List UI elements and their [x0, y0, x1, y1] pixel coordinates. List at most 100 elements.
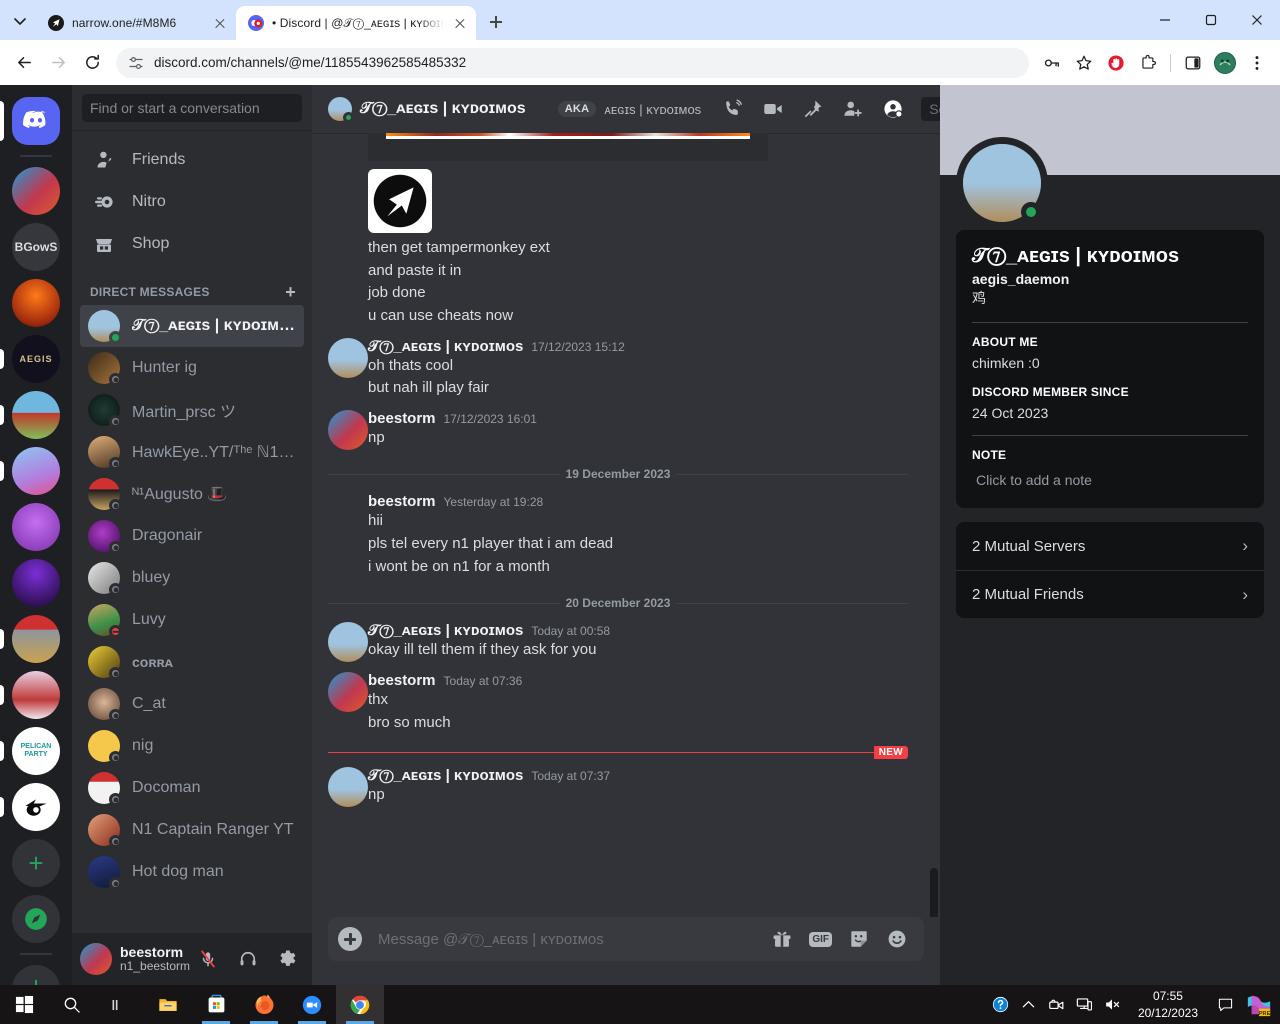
show-hidden-icons-button[interactable]	[1016, 985, 1042, 1024]
dm-list-item-0[interactable]: 𝒯⑦_ᴀᴇɢɪs | ᴋʏᴅᴏɪᴍᴏs	[80, 305, 304, 347]
maximize-button[interactable]	[1188, 0, 1234, 40]
server-rail-item-10[interactable]	[0, 671, 60, 719]
avatar[interactable]	[328, 337, 368, 378]
dm-list-item-8[interactable]: ᴄᴏʀʀᴀ	[80, 641, 304, 683]
video-call-button[interactable]	[757, 93, 789, 125]
message-author[interactable]: 𝒯⑦_ᴀᴇɢɪs | ᴋʏᴅᴏɪᴍᴏs	[368, 767, 523, 784]
avatar[interactable]	[328, 409, 368, 450]
mutual-servers-row[interactable]: 2 Mutual Servers ›	[956, 522, 1264, 570]
zoom-button[interactable]	[288, 985, 336, 1024]
side-panel-button[interactable]	[1178, 48, 1208, 78]
user-panel-names[interactable]: beestorm n1_beestorm	[120, 944, 190, 974]
dm-list-item-4[interactable]: ᴺ¹Augusto 🎩	[80, 473, 304, 515]
server-rail-item-7[interactable]	[12, 503, 60, 551]
explore-servers-button[interactable]	[12, 895, 60, 943]
gif-button[interactable]: GIF	[809, 931, 832, 947]
reload-button[interactable]	[76, 47, 108, 79]
server-rail[interactable]: BGowS AEGIS PELICAN PARTY +	[0, 85, 72, 985]
server-rail-item-blender[interactable]	[0, 783, 60, 831]
browser-tab-0[interactable]: narrow.one/#M8M6	[36, 6, 236, 40]
file-explorer-button[interactable]	[144, 985, 192, 1024]
dm-list-item-2[interactable]: Martin_prsc ツ	[80, 389, 304, 431]
dm-list-item-1[interactable]: Hunter ig	[80, 347, 304, 389]
avatar[interactable]	[956, 137, 1048, 229]
forward-button[interactable]	[42, 47, 74, 79]
tab-close-icon[interactable]	[452, 15, 468, 31]
extensions-button[interactable]	[1133, 48, 1163, 78]
tray-help-button[interactable]	[988, 985, 1014, 1024]
dm-list-item-3[interactable]: HawkEye..YT/ᵀʰᵉ ℕ1 J...	[80, 431, 304, 473]
site-settings-icon[interactable]	[128, 55, 144, 71]
server-rail-item-9[interactable]	[0, 615, 60, 663]
user-settings-button[interactable]	[272, 943, 304, 975]
dm-list-item-9[interactable]: C_at	[80, 683, 304, 725]
network-button[interactable]	[1072, 985, 1098, 1024]
server-rail-item-3[interactable]	[12, 279, 60, 327]
server-rail-item-1[interactable]	[12, 167, 60, 215]
microsoft-store-button[interactable]	[192, 985, 240, 1024]
firefox-button[interactable]	[240, 985, 288, 1024]
avatar[interactable]	[328, 767, 368, 808]
message-author[interactable]: 𝒯⑦_ᴀᴇɢɪs | ᴋʏᴅᴏɪᴍᴏs	[368, 622, 523, 639]
message-scrollbar[interactable]	[930, 133, 938, 917]
dm-list-item-5[interactable]: Dragonair	[80, 515, 304, 557]
avatar[interactable]	[80, 943, 112, 975]
scrollbar-thumb[interactable]	[930, 868, 938, 917]
user-profile-button[interactable]	[877, 93, 909, 125]
mute-button[interactable]	[192, 943, 224, 975]
back-button[interactable]	[8, 47, 40, 79]
browser-tab-1[interactable]: • Discord | @𝒯⑦_ᴀᴇɢɪs | ᴋʏᴅᴏɪᴍ	[236, 6, 476, 40]
start-button[interactable]	[0, 985, 48, 1024]
gift-button[interactable]	[771, 928, 793, 950]
bookmark-button[interactable]	[1069, 48, 1099, 78]
dm-list-item-6[interactable]: bluey	[80, 557, 304, 599]
sidebar-item-nitro[interactable]: Nitro	[80, 181, 304, 223]
dm-list-item-11[interactable]: Docoman	[80, 767, 304, 809]
dm-list-item-10[interactable]: nig	[80, 725, 304, 767]
create-dm-button[interactable]: +	[285, 283, 296, 301]
sticker-button[interactable]	[848, 928, 870, 950]
avatar[interactable]	[328, 622, 368, 663]
server-rail-item-6[interactable]	[0, 447, 60, 495]
profile-avatar[interactable]	[1210, 48, 1240, 78]
dm-list-item-13[interactable]: Hot dog man	[80, 851, 304, 893]
add-friends-button[interactable]	[837, 93, 869, 125]
message-input[interactable]: Message @𝒯⑦_ᴀᴇɢɪs | ᴋʏᴅᴏɪᴍᴏs	[378, 931, 771, 948]
google-chrome-button[interactable]	[336, 985, 384, 1024]
emoji-button[interactable]	[886, 928, 908, 950]
tab-close-icon[interactable]	[212, 15, 228, 31]
message-author[interactable]: beestorm	[368, 672, 436, 689]
sidebar-item-shop[interactable]: Shop	[80, 223, 304, 265]
clock[interactable]: 07:55 20/12/2023	[1128, 988, 1208, 1020]
search-button[interactable]	[48, 985, 96, 1024]
server-rail-item-home[interactable]	[0, 97, 60, 145]
message-author[interactable]: 𝒯⑦_ᴀᴇɢɪs | ᴋʏᴅᴏɪᴍᴏs	[368, 338, 523, 355]
volume-button[interactable]	[1100, 985, 1126, 1024]
server-rail-item-8[interactable]	[12, 559, 60, 607]
message-author[interactable]: beestorm	[368, 493, 436, 510]
new-tab-button[interactable]	[482, 8, 510, 36]
server-rail-item-pelican-party[interactable]: PELICAN PARTY	[0, 727, 60, 775]
camera-tray-button[interactable]	[1044, 985, 1070, 1024]
message-author[interactable]: beestorm	[368, 410, 436, 427]
minimize-button[interactable]	[1142, 0, 1188, 40]
sidebar-item-friends[interactable]: Friends	[80, 139, 304, 181]
message-sticker[interactable]	[368, 169, 432, 233]
close-button[interactable]	[1234, 0, 1280, 40]
server-rail-item-5[interactable]	[0, 391, 60, 439]
message-attachment-image[interactable]	[368, 133, 768, 161]
note-input[interactable]: Click to add a note	[972, 470, 1248, 490]
adblock-button[interactable]	[1101, 48, 1131, 78]
search-input[interactable]	[82, 93, 302, 122]
pinned-messages-button[interactable]	[797, 93, 829, 125]
password-manager-button[interactable]	[1037, 48, 1067, 78]
deafen-button[interactable]	[232, 943, 264, 975]
notification-center-button[interactable]	[1210, 985, 1240, 1024]
dm-list-item-7[interactable]: Luvy	[80, 599, 304, 641]
tab-search-button[interactable]	[6, 7, 34, 35]
address-bar[interactable]: discord.com/channels/@me/118554396258548…	[116, 47, 1029, 78]
server-rail-item-bgows[interactable]: BGowS	[12, 223, 60, 271]
message-composer[interactable]: Message @𝒯⑦_ᴀᴇɢɪs | ᴋʏᴅᴏɪᴍᴏs GIF	[328, 917, 924, 961]
chrome-menu-button[interactable]	[1242, 48, 1272, 78]
message-list[interactable]: then get tampermonkey ext and paste it i…	[312, 133, 940, 917]
